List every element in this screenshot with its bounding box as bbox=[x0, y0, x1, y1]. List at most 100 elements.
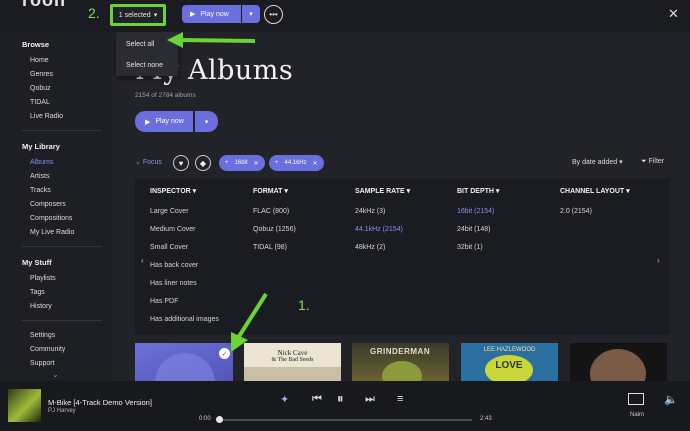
progress-knob[interactable] bbox=[216, 416, 223, 423]
chevron-down-icon[interactable]: ⌄ bbox=[52, 370, 59, 379]
sidebar-item-my-live-radio[interactable]: My Live Radio bbox=[30, 229, 74, 236]
album-art bbox=[244, 367, 341, 381]
column-header-label: FORMAT bbox=[253, 188, 283, 195]
volume-icon[interactable]: 🔈 bbox=[664, 393, 678, 406]
bit-depth-32bit[interactable]: 32bit (1) bbox=[457, 244, 483, 251]
inspector-pdf[interactable]: Has PDF bbox=[150, 298, 178, 305]
filter-button[interactable]: ⏷ Filter bbox=[641, 158, 664, 166]
menu-item-select-all[interactable]: Select all bbox=[126, 41, 154, 48]
bit-depth-16bit[interactable]: 16bit (2154) bbox=[457, 208, 494, 215]
menu-item-select-none[interactable]: Select none bbox=[126, 62, 163, 69]
play-now-button-top[interactable]: ▶ Play now bbox=[182, 5, 241, 23]
sidebar-item-community[interactable]: Community bbox=[30, 346, 65, 353]
inspector-large-cover[interactable]: Large Cover bbox=[150, 208, 189, 215]
column-header-channel-layout[interactable]: CHANNEL LAYOUT ▾ bbox=[560, 187, 630, 195]
focus-panel: ‹ › INSPECTOR ▾ Large Cover Medium Cover… bbox=[135, 178, 670, 335]
sidebar-divider bbox=[22, 246, 102, 247]
column-header-bit-depth[interactable]: BIT DEPTH ▾ bbox=[457, 187, 499, 195]
filter-chip-16bit[interactable]: + 16bit ✕ bbox=[219, 155, 265, 171]
format-qobuz[interactable]: Qobuz (1256) bbox=[253, 226, 296, 233]
album-art-text: LEE HAZLEWOOD bbox=[483, 347, 536, 353]
album-tile[interactable]: GRINDERMAN bbox=[352, 343, 449, 381]
sidebar: Browse Home Genres Qobuz TIDAL Live Radi… bbox=[0, 32, 112, 381]
chip-label: 16bit bbox=[234, 160, 248, 166]
sample-rate-44khz[interactable]: 44.1kHz (2154) bbox=[355, 226, 403, 233]
column-header-inspector[interactable]: INSPECTOR ▾ bbox=[150, 187, 196, 195]
play-icon: ▶ bbox=[190, 11, 196, 18]
tag-icon[interactable]: ◆ bbox=[195, 155, 211, 171]
duration-time: 2:43 bbox=[480, 416, 492, 422]
album-tile[interactable]: ✓ bbox=[135, 343, 233, 381]
sidebar-section-library: My Library bbox=[22, 142, 60, 151]
album-tile[interactable]: LEE HAZLEWOOD LOVE bbox=[461, 343, 558, 381]
inspector-medium-cover[interactable]: Medium Cover bbox=[150, 226, 196, 233]
column-header-sample-rate[interactable]: SAMPLE RATE ▾ bbox=[355, 187, 410, 195]
format-tidal[interactable]: TIDAL (98) bbox=[253, 244, 287, 251]
play-now-label: Play now bbox=[155, 118, 184, 125]
sidebar-item-playlists[interactable]: Playlists bbox=[30, 275, 56, 282]
focus-toggle[interactable]: ⌄ Focus bbox=[135, 158, 162, 166]
close-icon[interactable]: ✕ bbox=[313, 160, 318, 167]
sidebar-item-qobuz[interactable]: Qobuz bbox=[30, 85, 51, 92]
sidebar-item-compositions[interactable]: Compositions bbox=[30, 215, 72, 222]
next-icon[interactable]: ⏭ bbox=[365, 393, 375, 406]
filter-label: Filter bbox=[648, 158, 665, 165]
album-tile[interactable] bbox=[570, 343, 667, 381]
roon-app: roon 2. 1 selected ▾ ▶ Play now ▾ ••• ✕ … bbox=[0, 0, 690, 431]
sidebar-item-history[interactable]: History bbox=[30, 303, 52, 310]
inspector-liner-notes[interactable]: Has liner notes bbox=[150, 280, 197, 287]
progress-bar[interactable] bbox=[218, 419, 472, 421]
pause-icon[interactable]: ⏸ bbox=[337, 391, 344, 407]
inspector-small-cover[interactable]: Small Cover bbox=[150, 244, 188, 251]
format-flac[interactable]: FLAC (800) bbox=[253, 208, 289, 215]
sidebar-item-artists[interactable]: Artists bbox=[30, 173, 49, 180]
column-header-format[interactable]: FORMAT ▾ bbox=[253, 187, 288, 195]
play-now-label: Play now bbox=[200, 10, 229, 18]
filter-chip-44khz[interactable]: + 44.1kHz ✕ bbox=[269, 155, 324, 171]
chip-label: 44.1kHz bbox=[284, 160, 307, 166]
now-playing-artist[interactable]: PJ Harvey bbox=[48, 408, 76, 414]
queue-icon[interactable]: ≡ bbox=[397, 393, 403, 405]
now-playing-cover[interactable] bbox=[8, 389, 41, 422]
radio-icon[interactable]: ✦ bbox=[280, 393, 289, 406]
sidebar-item-albums[interactable]: Albums bbox=[30, 159, 53, 166]
elapsed-time: 0:00 bbox=[199, 416, 211, 422]
inspector-additional-images[interactable]: Has additional images bbox=[150, 316, 219, 323]
play-now-button[interactable]: ▶ Play now bbox=[135, 111, 193, 132]
selection-dropdown-button[interactable]: 1 selected ▾ bbox=[110, 4, 166, 26]
sample-rate-48khz[interactable]: 48kHz (2) bbox=[355, 244, 385, 251]
now-playing-title[interactable]: M-Bike [4-Track Demo Version] bbox=[48, 398, 152, 407]
album-art-text: GRINDERMAN bbox=[370, 347, 431, 356]
sidebar-item-live-radio[interactable]: Live Radio bbox=[30, 113, 63, 120]
play-options-button-top[interactable]: ▾ bbox=[242, 5, 260, 23]
sidebar-item-composers[interactable]: Composers bbox=[30, 201, 66, 208]
zone-name[interactable]: Naim bbox=[630, 412, 644, 418]
sidebar-item-home[interactable]: Home bbox=[30, 57, 49, 64]
heart-icon[interactable]: ♥ bbox=[173, 155, 189, 171]
sidebar-divider bbox=[22, 130, 102, 131]
zone-device-icon[interactable] bbox=[628, 393, 644, 405]
top-bar: roon 2. 1 selected ▾ ▶ Play now ▾ ••• ✕ bbox=[0, 0, 690, 32]
chevron-left-icon[interactable]: ‹ bbox=[141, 256, 144, 265]
sidebar-item-genres[interactable]: Genres bbox=[30, 71, 53, 78]
sidebar-item-support[interactable]: Support bbox=[30, 360, 55, 367]
sidebar-item-settings[interactable]: Settings bbox=[30, 332, 55, 339]
sidebar-item-tidal[interactable]: TIDAL bbox=[30, 99, 50, 106]
sidebar-item-tracks[interactable]: Tracks bbox=[30, 187, 51, 194]
plus-icon: + bbox=[275, 160, 279, 166]
play-options-button[interactable]: ▾ bbox=[195, 111, 218, 132]
column-header-label: INSPECTOR bbox=[150, 188, 191, 195]
brand-logo: roon bbox=[22, 0, 66, 10]
filter-icon: ⏷ bbox=[641, 158, 647, 165]
ellipsis-icon[interactable]: ••• bbox=[264, 5, 283, 24]
sample-rate-24khz[interactable]: 24kHz (3) bbox=[355, 208, 385, 215]
chevron-right-icon[interactable]: › bbox=[657, 256, 660, 265]
sort-dropdown[interactable]: By date added ▾ bbox=[572, 158, 623, 166]
inspector-back-cover[interactable]: Has back cover bbox=[150, 262, 198, 269]
channel-layout-2-0[interactable]: 2.0 (2154) bbox=[560, 208, 592, 215]
bit-depth-24bit[interactable]: 24bit (148) bbox=[457, 226, 490, 233]
sidebar-item-tags[interactable]: Tags bbox=[30, 289, 45, 296]
close-icon[interactable]: ✕ bbox=[254, 160, 259, 167]
previous-icon[interactable]: ⏮ bbox=[312, 393, 322, 406]
close-icon[interactable]: ✕ bbox=[668, 6, 679, 22]
